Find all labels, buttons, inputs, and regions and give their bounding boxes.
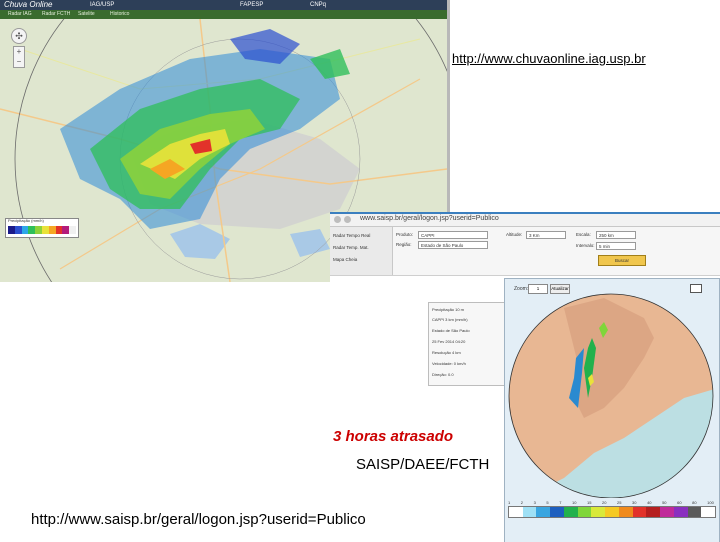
legend-swatch	[14, 226, 22, 234]
side-item-radar-temp-mat[interactable]: Radar Temp. Mat.	[333, 245, 369, 250]
radar-info-panel: Precipitação 10 m CAPPI 3 km (mm/h) Esta…	[428, 302, 510, 386]
menu-radar-fcth[interactable]: Radar FCTH	[42, 10, 70, 19]
buscar-button[interactable]: Buscar	[598, 255, 646, 266]
legend-swatch	[55, 226, 63, 234]
intervalo-select[interactable]: 5 min	[596, 242, 636, 250]
info-line: Direção: 0.0	[432, 372, 454, 377]
chuva-brand: Chuva Online	[4, 0, 53, 9]
produto-label: Produto:	[396, 232, 414, 237]
scale-swatch	[577, 507, 592, 517]
altitude-label: Altitude:	[506, 232, 523, 237]
fullscreen-icon[interactable]	[690, 284, 702, 293]
scale-number: 60	[677, 500, 682, 505]
info-line: Estado de São Paulo	[432, 328, 470, 333]
forward-icon[interactable]	[344, 216, 351, 223]
scale-number: 2	[520, 500, 524, 505]
zoom-out-button[interactable]: −	[14, 57, 24, 67]
scale-number: 40	[647, 500, 652, 505]
map-pan-control[interactable]: ✣	[11, 28, 27, 44]
chuva-menu: Radar IAG Radar FCTH Satelite Historico	[0, 10, 447, 19]
scale-swatch	[563, 507, 578, 517]
scale-swatch	[509, 507, 523, 517]
scale-number: 30	[632, 500, 637, 505]
scale-number: 5	[546, 500, 549, 505]
legend-swatch	[8, 226, 15, 234]
legend-swatch	[28, 226, 36, 234]
scale-number: 10	[571, 500, 577, 505]
saisp-screenshot: www.saisp.br/geral/logon.jsp?userid=Publ…	[330, 212, 720, 542]
scale-swatch	[660, 507, 674, 517]
scale-numbers: 1 2 3 5 7 10 15 20 25 30 40 50 60 80 100	[508, 500, 714, 505]
menu-satelite[interactable]: Satelite	[78, 10, 95, 19]
scale-swatch	[591, 507, 606, 517]
scale-number: 20	[602, 500, 607, 505]
scale-swatch	[646, 507, 661, 517]
browser-url[interactable]: www.saisp.br/geral/logon.jsp?userid=Publ…	[360, 215, 499, 222]
side-item-radar-tempo-real[interactable]: Radar Tempo Real	[333, 233, 370, 238]
scale-number: 50	[662, 500, 667, 505]
delay-note: 3 horas atrasado	[333, 428, 454, 445]
zoom-select[interactable]: 1	[528, 284, 548, 294]
logo-iag: IAG/USP	[90, 2, 115, 8]
saisp-url[interactable]: http://www.saisp.br/geral/logon.jsp?user…	[31, 511, 366, 528]
chuva-header: Chuva Online IAG/USP FAPESP CNPq	[0, 0, 447, 10]
altitude-select[interactable]: 3 Km	[526, 231, 566, 239]
scale-number: 15	[587, 500, 592, 505]
legend-swatch	[35, 226, 42, 234]
chuva-online-url[interactable]: http://www.chuvaonline.iag.usp.br	[452, 51, 646, 66]
info-line: Velocidade: 0 km/h	[432, 361, 466, 366]
scale-number: 1	[508, 500, 511, 505]
scale-swatch	[632, 507, 647, 517]
menu-radar-iag[interactable]: Radar IAG	[8, 10, 32, 19]
agency-label: SAISP/DAEE/FCTH	[356, 456, 490, 473]
scale-number: 25	[617, 500, 622, 505]
scale-swatch	[618, 507, 633, 517]
scale-swatch	[522, 507, 537, 517]
info-line: Precipitação 10 m	[432, 307, 465, 312]
scale-number: 3	[533, 500, 536, 505]
scale-swatch	[687, 507, 702, 517]
scale-swatch	[673, 507, 688, 517]
legend-swatch	[69, 226, 76, 234]
saisp-side-menu: Radar Tempo Real Radar Temp. Mat. Mapa C…	[330, 227, 393, 275]
info-line: CAPPI 3 km (mm/h)	[432, 317, 468, 322]
legend-swatch	[41, 226, 49, 234]
legend-title: Precipitação (mm/h)	[8, 218, 44, 223]
logo-cnpq: CNPq	[310, 2, 327, 8]
back-icon[interactable]	[334, 216, 341, 223]
scale-swatch	[550, 507, 564, 517]
escala-label: Escala:	[576, 232, 591, 237]
scale-swatch	[701, 507, 716, 517]
rain-legend: Precipitação (mm/h)	[5, 218, 79, 238]
map-zoom-control[interactable]: + −	[13, 46, 25, 68]
logo-fapesp: FAPESP	[240, 2, 264, 8]
browser-url-bar[interactable]: www.saisp.br/geral/logon.jsp?userid=Publ…	[330, 214, 720, 227]
regiao-select[interactable]: Estado de São Paulo	[418, 241, 488, 249]
legend-swatch	[48, 226, 56, 234]
scale-number: 7	[559, 500, 562, 505]
scale-number: 100	[707, 500, 714, 505]
atualizar-button[interactable]: Atualizar	[550, 284, 570, 294]
legend-swatch	[62, 226, 70, 234]
scale-swatch	[605, 507, 619, 517]
intervalo-label: Intervalo:	[576, 243, 595, 248]
menu-historico[interactable]: Historico	[110, 10, 129, 19]
scale-swatch	[536, 507, 551, 517]
produto-select[interactable]: CAPPI	[418, 231, 488, 239]
scale-number: 80	[692, 500, 697, 505]
info-line: 25 Fev 2014 04:20	[432, 339, 466, 344]
legend-color-bar	[8, 226, 76, 234]
escala-select[interactable]: 250 km	[596, 231, 636, 239]
regiao-label: Região:	[396, 242, 412, 247]
info-line: Resolução 4 km	[432, 350, 461, 355]
saisp-radar-map[interactable]	[504, 278, 718, 498]
zoom-in-button[interactable]: +	[14, 47, 24, 57]
zoom-label: Zoom:	[514, 286, 529, 292]
reflectivity-scale	[508, 506, 716, 518]
side-item-mapa-cheia[interactable]: Mapa Cheia	[333, 257, 357, 262]
legend-swatch	[21, 226, 29, 234]
